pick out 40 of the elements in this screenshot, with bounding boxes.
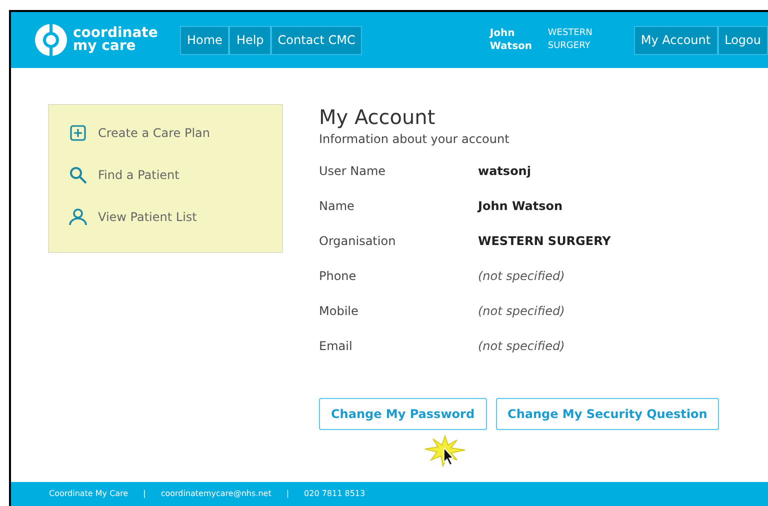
logo-text: coordinate (73, 27, 158, 40)
field-value: (not specified) (478, 303, 565, 320)
sidebar-link[interactable]: Create a Care Plan (98, 124, 210, 142)
user-name: John (490, 27, 516, 40)
nav-link[interactable]: Help (229, 26, 271, 54)
sidebar-link[interactable]: View Patient List (98, 208, 197, 226)
click-cursor-drawing (423, 434, 467, 470)
separator-text: | (143, 488, 146, 500)
field-label: Phone (319, 268, 358, 285)
field-label: User Name (319, 163, 387, 180)
logo-text: my care (73, 40, 137, 53)
field-label: Mobile (319, 303, 360, 320)
field-label: Email (319, 338, 354, 355)
footer-text: 020 7811 8513 (304, 488, 366, 500)
user-name: Watson (490, 40, 534, 53)
sidebar-link[interactable]: Find a Patient (98, 166, 180, 184)
field-value: watsonj (478, 163, 531, 180)
person-icon (68, 208, 88, 226)
field-value: (not specified) (478, 268, 565, 285)
page-subtitle: Information about your account (319, 131, 510, 148)
organisation-name: WESTERN (548, 27, 594, 40)
nav-link[interactable]: My Account (634, 26, 718, 54)
field-label: Organisation (319, 233, 397, 250)
footer-text: coordinatemycare@nhs.net (160, 488, 272, 500)
field-value: (not specified) (478, 338, 565, 355)
search-icon (69, 166, 87, 184)
account-button[interactable]: Change My Security Question (496, 398, 720, 430)
field-value: WESTERN SURGERY (478, 233, 611, 250)
field-value: John Watson (478, 198, 563, 215)
account-button[interactable]: Change My Password (319, 398, 487, 430)
nav-link[interactable]: Contact CMC (270, 26, 362, 54)
organisation-name: SURGERY (548, 40, 592, 53)
page-title: My Account (319, 104, 436, 130)
logo-icon (35, 24, 67, 56)
nav-link[interactable]: Home (180, 26, 230, 54)
field-label: Name (319, 198, 356, 215)
footer-text: Coordinate My Care (49, 488, 128, 500)
plus-icon (70, 125, 86, 141)
nav-link[interactable]: Logou (718, 26, 768, 54)
separator-text: | (286, 488, 290, 500)
